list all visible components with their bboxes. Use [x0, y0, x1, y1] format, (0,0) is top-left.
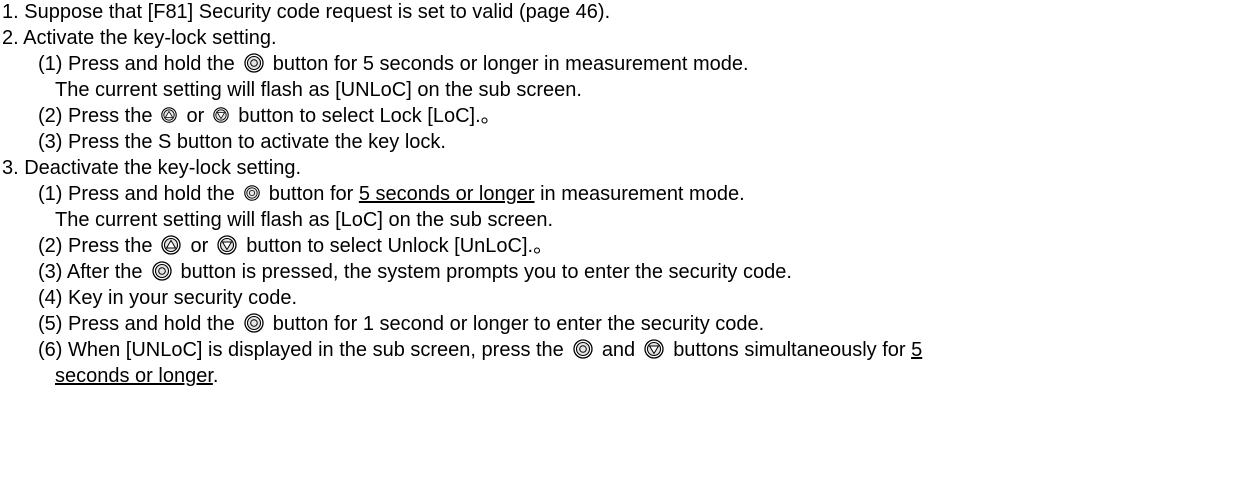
step-3-2-text-a: (2) Press the	[38, 235, 153, 257]
step-3-6-text-b: and	[601, 339, 636, 361]
step-2-3: (3) Press the S button to activate the k…	[38, 130, 446, 154]
step-3-2-text-b: or	[190, 235, 209, 257]
set-button-icon	[244, 313, 264, 333]
set-button-icon	[151, 261, 172, 281]
set-button-icon	[244, 184, 260, 201]
step-3-3-text-b: button is pressed, the system prompts yo…	[180, 261, 792, 283]
step-3-1-note-text: The current setting will flash as [LoC] …	[55, 209, 554, 231]
down-button-icon	[217, 235, 237, 255]
step-3-heading: 3. Deactivate the key-lock setting.	[2, 156, 301, 180]
set-button-icon	[573, 339, 593, 359]
step-3-6-cont: seconds or longer.	[55, 364, 218, 388]
step-3-1-text-a: (1) Press and hold the	[38, 183, 235, 205]
step-3-2-text-c: button to select Unlock [UnLoC].。	[246, 235, 554, 257]
step-2-2: (2) Press the or button to select Lock [Lo…	[38, 104, 501, 128]
step-1: 1. Suppose that [F81] Security code requ…	[2, 0, 610, 24]
step-3-5: (5) Press and hold the button for 1 secon…	[38, 312, 764, 336]
step-3-6-period: .	[212, 365, 219, 387]
step-2-1-note-text: The current setting will flash as [UNLoC…	[55, 79, 582, 101]
step-3-4: (4) Key in your security code.	[38, 286, 297, 310]
step-2-2-text-b: or	[186, 105, 205, 127]
step-3-3: (3) After the button is pressed, the syst…	[38, 260, 792, 284]
up-button-icon	[161, 235, 182, 255]
step-3-1-underlined: 5 seconds or longer	[358, 183, 535, 205]
step-2-1-text-b: button for 5 seconds or longer in measur…	[272, 53, 749, 75]
step-3-3-text-a: (3) After the	[38, 261, 143, 283]
down-button-icon	[644, 339, 664, 359]
step-3-1-text-d: in measurement mode.	[540, 183, 745, 205]
step-3-1-note: The current setting will flash as [LoC] …	[55, 208, 553, 232]
down-button-icon	[213, 106, 230, 123]
step-3-6-underlined-a: 5	[911, 339, 923, 361]
step-3-5-text-b: button for 1 second or longer to enter t…	[272, 313, 765, 335]
step-2-2-text-a: (2) Press the	[38, 105, 153, 127]
step-3-1: (1) Press and hold the button for 5 secon…	[38, 182, 745, 206]
step-3-4-text: (4) Key in your security code.	[38, 287, 297, 309]
step-3-6-text-a: (6) When [UNLoC] is displayed in the sub…	[38, 339, 564, 361]
step-2-heading: 2. Activate the key-lock setting.	[2, 26, 277, 50]
step-1-text: 1. Suppose that [F81] Security code requ…	[2, 1, 611, 23]
step-2-1: (1) Press and hold the button for 5 secon…	[38, 52, 749, 76]
set-button-icon	[244, 53, 264, 73]
step-2-1-note: The current setting will flash as [UNLoC…	[55, 78, 582, 102]
step-3-6: (6) When [UNLoC] is displayed in the sub…	[38, 338, 922, 362]
step-2-2-text-c: button to select Lock [LoC].。	[238, 105, 501, 127]
step-3-text: 3. Deactivate the key-lock setting.	[2, 157, 302, 179]
step-2-3-text: (3) Press the S button to activate the k…	[38, 131, 446, 153]
step-3-1-text-b: button for	[268, 183, 354, 205]
step-2-1-text-a: (1) Press and hold the	[38, 53, 235, 75]
up-button-icon	[161, 106, 178, 123]
step-3-6-underlined-b: seconds or longer	[55, 365, 213, 387]
step-3-5-text-a: (5) Press and hold the	[38, 313, 235, 335]
step-2-text: 2. Activate the key-lock setting.	[2, 27, 277, 49]
instruction-document: 1. Suppose that [F81] Security code requ…	[0, 0, 1248, 486]
step-3-2: (2) Press the or button to select Unlock […	[38, 234, 553, 258]
step-3-6-text-c: buttons simultaneously for	[673, 339, 906, 361]
